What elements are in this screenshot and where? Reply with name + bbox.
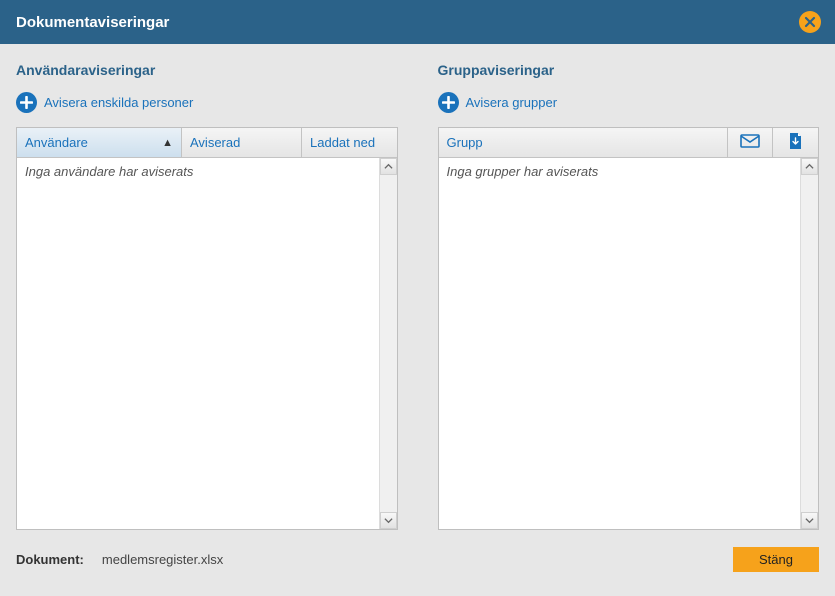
mail-icon	[740, 134, 760, 151]
group-panel-heading: Gruppaviseringar	[438, 62, 820, 78]
notify-groups-label: Avisera grupper	[466, 95, 558, 110]
notify-users-label: Avisera enskilda personer	[44, 95, 193, 110]
users-grid-body-wrap: Inga användare har aviserats	[17, 158, 397, 529]
users-col-user[interactable]: Användare ▲	[17, 128, 182, 157]
body: Användaraviseringar Avisera enskilda per…	[0, 44, 835, 540]
file-download-icon	[788, 132, 803, 153]
users-empty-text: Inga användare har aviserats	[17, 158, 379, 185]
groups-scrollbar[interactable]	[801, 158, 818, 529]
scroll-track[interactable]	[380, 175, 397, 512]
users-scrollbar[interactable]	[380, 158, 397, 529]
scroll-down-icon[interactable]	[380, 512, 397, 529]
users-col-downloaded[interactable]: Laddat ned	[302, 128, 397, 157]
groups-grid-body-wrap: Inga grupper har aviserats	[439, 158, 819, 529]
users-grid-body[interactable]: Inga användare har aviserats	[17, 158, 380, 529]
notify-users-button[interactable]: Avisera enskilda personer	[16, 92, 398, 113]
groups-empty-text: Inga grupper har aviserats	[439, 158, 801, 185]
groups-grid-header: Grupp	[439, 128, 819, 158]
sort-asc-icon: ▲	[162, 137, 173, 149]
groups-col-mail[interactable]	[728, 128, 773, 157]
close-button[interactable]: Stäng	[733, 547, 819, 572]
dialog-title: Dokumentaviseringar	[16, 14, 169, 31]
groups-grid-body[interactable]: Inga grupper har aviserats	[439, 158, 802, 529]
users-col-notified[interactable]: Aviserad	[182, 128, 302, 157]
footer: Dokument: medlemsregister.xlsx Stäng	[0, 540, 835, 596]
groups-col-download[interactable]	[773, 128, 818, 157]
user-panel-heading: Användaraviseringar	[16, 62, 398, 78]
plus-icon	[438, 92, 459, 113]
notify-groups-button[interactable]: Avisera grupper	[438, 92, 820, 113]
users-grid: Användare ▲ Aviserad Laddat ned Inga anv…	[16, 127, 398, 530]
close-icon[interactable]	[799, 11, 821, 33]
document-name: medlemsregister.xlsx	[102, 552, 223, 567]
plus-icon	[16, 92, 37, 113]
scroll-track[interactable]	[801, 175, 818, 512]
user-notifications-panel: Användaraviseringar Avisera enskilda per…	[16, 62, 398, 530]
groups-grid: Grupp	[438, 127, 820, 530]
dialog-dokumentaviseringar: Dokumentaviseringar Användaraviseringar …	[0, 0, 835, 596]
users-grid-header: Användare ▲ Aviserad Laddat ned	[17, 128, 397, 158]
titlebar: Dokumentaviseringar	[0, 0, 835, 44]
document-label: Dokument:	[16, 552, 84, 567]
scroll-down-icon[interactable]	[801, 512, 818, 529]
group-notifications-panel: Gruppaviseringar Avisera grupper Grupp	[438, 62, 820, 530]
scroll-up-icon[interactable]	[380, 158, 397, 175]
scroll-up-icon[interactable]	[801, 158, 818, 175]
groups-col-group[interactable]: Grupp	[439, 128, 729, 157]
